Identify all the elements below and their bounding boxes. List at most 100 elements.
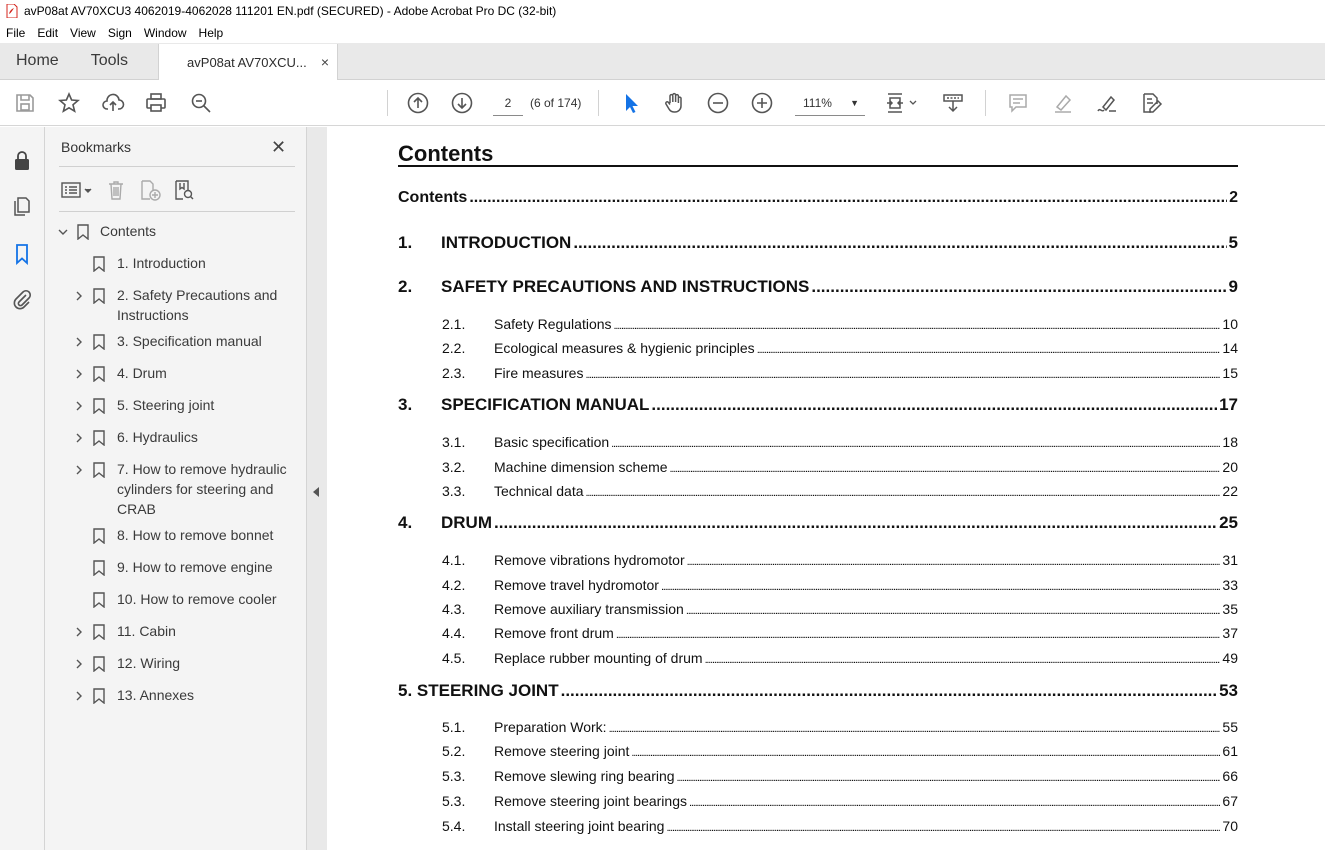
- toc-entry[interactable]: 5.2. Remove steering joint 61: [398, 743, 1238, 759]
- attachment-icon[interactable]: [11, 289, 33, 311]
- menu-file[interactable]: File: [6, 26, 25, 40]
- tab-document[interactable]: avP08at AV70XCU... ×: [158, 44, 339, 80]
- zoom-in-icon[interactable]: [749, 90, 775, 116]
- draw-sign-icon[interactable]: [1094, 90, 1120, 116]
- bookmark-item[interactable]: 6. Hydraulics: [73, 429, 198, 447]
- chevron-right-icon[interactable]: [73, 626, 85, 638]
- chevron-right-icon[interactable]: [73, 290, 85, 302]
- bookmark-item[interactable]: Contents: [57, 223, 156, 241]
- bookmark-label: 6. Hydraulics: [117, 429, 198, 445]
- toc-entry[interactable]: 3.2. Machine dimension scheme 20: [398, 459, 1238, 475]
- fill-sign-icon[interactable]: [1138, 90, 1164, 116]
- chevron-down-icon[interactable]: [57, 226, 69, 238]
- menu-window[interactable]: Window: [144, 26, 187, 40]
- delete-bookmark-icon[interactable]: [103, 178, 129, 202]
- select-cursor-icon[interactable]: [617, 90, 643, 116]
- bookmark-panel-icon[interactable]: [11, 243, 33, 265]
- tab-close-icon[interactable]: ×: [321, 54, 329, 70]
- bookmark-item[interactable]: 8. How to remove bonnet: [93, 527, 273, 545]
- toc-entry[interactable]: 2.2. Ecological measures & hygienic prin…: [398, 340, 1238, 356]
- page-thumbnails-icon[interactable]: [11, 195, 33, 217]
- toc-entry[interactable]: 5.3. Remove steering joint bearings 67: [398, 793, 1238, 809]
- toc-entry[interactable]: 3.3. Technical data 22: [398, 483, 1238, 499]
- previous-page-icon[interactable]: [405, 90, 431, 116]
- toc-entry[interactable]: 4.3. Remove auxiliary transmission 35: [398, 601, 1238, 617]
- zoom-out-icon[interactable]: [705, 90, 731, 116]
- new-bookmark-icon[interactable]: [137, 178, 163, 202]
- bookmark-item[interactable]: 12. Wiring: [73, 655, 180, 673]
- toc-title: Basic specification: [494, 434, 610, 450]
- star-icon[interactable]: [56, 90, 82, 116]
- lock-icon[interactable]: [11, 149, 33, 171]
- toc-entry[interactable]: 5.1. Preparation Work: 55: [398, 719, 1238, 735]
- cloud-upload-icon[interactable]: [100, 90, 126, 116]
- bookmark-options-icon[interactable]: [59, 178, 95, 202]
- toolbar-separator: [985, 90, 986, 116]
- toc-entry[interactable]: 1. INTRODUCTION 5: [398, 233, 1238, 253]
- bookmark-item[interactable]: 1. Introduction: [93, 255, 206, 273]
- toc-entry[interactable]: 3.1. Basic specification 18: [398, 434, 1238, 450]
- toc-number: 5.3.: [442, 768, 466, 784]
- bookmark-item[interactable]: 4. Drum: [73, 365, 167, 383]
- toc-entry[interactable]: 4.1. Remove vibrations hydromotor 31: [398, 552, 1238, 568]
- toc-entry[interactable]: 2. SAFETY PRECAUTIONS AND INSTRUCTIONS 9: [398, 277, 1238, 297]
- menu-sign[interactable]: Sign: [108, 26, 132, 40]
- page-fit-icon[interactable]: [884, 90, 920, 116]
- toc-entry[interactable]: 3. SPECIFICATION MANUAL 17: [398, 395, 1238, 415]
- close-icon[interactable]: ✕: [271, 137, 286, 158]
- chevron-right-icon[interactable]: [73, 658, 85, 670]
- toc-title: Install steering joint bearing: [494, 818, 665, 834]
- bookmark-item[interactable]: 3. Specification manual: [73, 333, 262, 351]
- tab-document-label: avP08at AV70XCU...: [187, 54, 307, 70]
- bookmark-item[interactable]: 9. How to remove engine: [93, 559, 273, 577]
- toc-entry[interactable]: 2.1. Safety Regulations 10: [398, 316, 1238, 332]
- highlight-pen-icon[interactable]: [1050, 90, 1076, 116]
- menu-edit[interactable]: Edit: [37, 26, 58, 40]
- title-bar: avP08at AV70XCU3 4062019-4062028 111201 …: [0, 0, 1325, 22]
- toc-entry[interactable]: 5.3. Remove slewing ring bearing 66: [398, 768, 1238, 784]
- toc-entry[interactable]: 4.5. Replace rubber mounting of drum 49: [398, 650, 1238, 666]
- toc-entry[interactable]: 5.4. Install steering joint bearing 70: [398, 818, 1238, 834]
- page-number-input[interactable]: 2: [493, 90, 523, 116]
- toc-entry[interactable]: Contents 2: [398, 189, 1238, 207]
- bookmark-item[interactable]: 7. How to remove hydraulic cylinders for…: [73, 461, 303, 519]
- chevron-right-icon[interactable]: [73, 336, 85, 348]
- menu-help[interactable]: Help: [199, 26, 224, 40]
- chevron-right-icon[interactable]: [73, 464, 85, 476]
- toc-entry[interactable]: 4.2. Remove travel hydromotor 33: [398, 577, 1238, 593]
- document-view[interactable]: Contents Contents 2 1. INTRODUCTION 5 2.…: [327, 127, 1325, 850]
- tab-home[interactable]: Home: [0, 43, 75, 79]
- bookmark-item[interactable]: 5. Steering joint: [73, 397, 214, 415]
- toc-entry[interactable]: 5. STEERING JOINT 53: [398, 681, 1238, 701]
- chevron-right-icon[interactable]: [73, 432, 85, 444]
- toc-page: 37: [1222, 625, 1238, 641]
- hand-tool-icon[interactable]: [661, 90, 687, 116]
- zoom-select[interactable]: 111% ▼: [795, 90, 865, 116]
- menu-view[interactable]: View: [70, 26, 96, 40]
- bookmark-item[interactable]: 13. Annexes: [73, 687, 194, 705]
- bookmark-item[interactable]: 2. Safety Precautions and Instructions: [73, 287, 303, 325]
- bookmark-icon: [93, 624, 105, 640]
- toc-entry[interactable]: 2.3. Fire measures 15: [398, 365, 1238, 381]
- tab-tools[interactable]: Tools: [75, 43, 144, 79]
- chevron-right-icon[interactable]: [73, 690, 85, 702]
- print-icon[interactable]: [143, 90, 169, 116]
- toc-entry[interactable]: 4. DRUM 25: [398, 513, 1238, 533]
- chevron-right-icon[interactable]: [73, 368, 85, 380]
- toc-title: SAFETY PRECAUTIONS AND INSTRUCTIONS: [441, 277, 810, 296]
- toc-title: Remove vibrations hydromotor: [494, 552, 685, 568]
- save-icon[interactable]: [12, 90, 38, 116]
- search-zoom-icon[interactable]: [188, 90, 214, 116]
- toc-title: Technical data: [494, 483, 584, 499]
- bookmark-item[interactable]: 11. Cabin: [73, 623, 176, 641]
- chevron-right-icon[interactable]: [73, 400, 85, 412]
- comment-icon[interactable]: [1005, 90, 1031, 116]
- panel-collapse-handle[interactable]: [307, 127, 327, 850]
- next-page-icon[interactable]: [449, 90, 475, 116]
- toc-leader: [631, 743, 1220, 759]
- toc-entry[interactable]: 4.4. Remove front drum 37: [398, 625, 1238, 641]
- scroll-mode-icon[interactable]: [940, 90, 966, 116]
- find-bookmark-icon[interactable]: [171, 178, 197, 202]
- bookmark-item[interactable]: 10. How to remove cooler: [93, 591, 277, 609]
- bookmarks-panel-title: Bookmarks: [61, 139, 132, 155]
